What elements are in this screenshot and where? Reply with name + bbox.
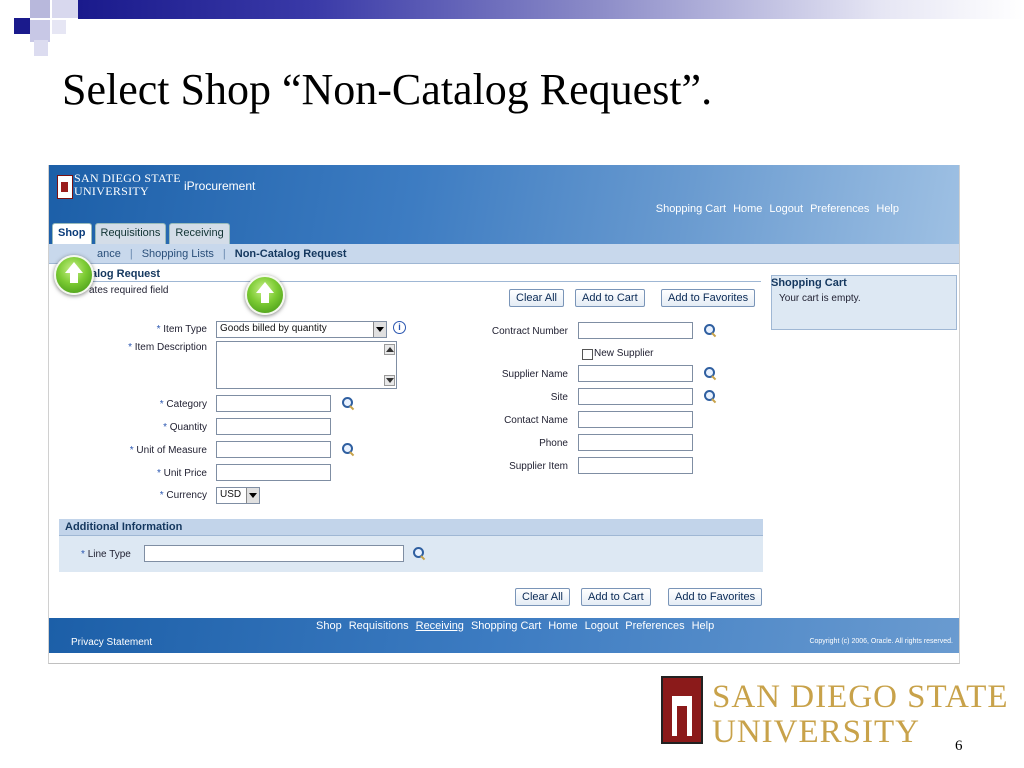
page-header: alog Request <box>91 268 161 280</box>
quantity-input[interactable] <box>216 418 331 435</box>
slide-number: 6 <box>955 738 963 754</box>
additional-information-title: Additional Information <box>65 521 183 533</box>
search-icon[interactable] <box>342 397 355 410</box>
up-arrow-icon <box>54 255 94 295</box>
search-icon[interactable] <box>704 390 717 403</box>
line-type-input[interactable] <box>144 545 404 562</box>
contract-number-input[interactable] <box>578 322 693 339</box>
supplier-item-input[interactable] <box>578 457 693 474</box>
contact-name-input[interactable] <box>578 411 693 428</box>
supplier-name-label: Supplier Name <box>501 369 568 380</box>
currency-select[interactable]: USD <box>216 487 260 504</box>
shopping-cart-title: Shopping Cart <box>771 277 847 289</box>
global-link-help[interactable]: Help <box>876 203 899 215</box>
chevron-down-icon[interactable] <box>373 322 386 337</box>
add-to-cart-button-bottom[interactable]: Add to Cart <box>581 588 651 606</box>
scroll-up-icon[interactable] <box>384 344 395 355</box>
tab-requisitions[interactable]: Requisitions <box>94 223 167 244</box>
up-arrow-icon <box>245 275 285 315</box>
add-to-cart-button[interactable]: Add to Cart <box>575 289 645 307</box>
footer-link-shopping-cart[interactable]: Shopping Cart <box>471 620 541 632</box>
required-field-note: ates required field <box>89 285 169 296</box>
global-links: Shopping Cart Home Logout Preferences He… <box>656 203 899 215</box>
item-description-label: * Item Description <box>128 342 207 353</box>
category-label: * Category <box>159 399 207 410</box>
info-icon[interactable]: i <box>393 321 406 334</box>
unit-of-measure-label: * Unit of Measure <box>129 445 207 456</box>
footer-link-home[interactable]: Home <box>548 620 577 632</box>
add-to-favorites-button[interactable]: Add to Favorites <box>661 289 756 307</box>
search-icon[interactable] <box>704 367 717 380</box>
unit-price-input[interactable] <box>216 464 331 481</box>
item-description-textarea[interactable] <box>216 341 397 389</box>
unit-price-label: * Unit Price <box>156 468 207 479</box>
slide-top-bar <box>78 0 1024 19</box>
main-tabs: Shop Requisitions Receiving <box>52 223 230 244</box>
unit-of-measure-input[interactable] <box>216 441 331 458</box>
clear-all-button-bottom[interactable]: Clear All <box>515 588 570 606</box>
sdsu-logo-icon <box>661 676 703 744</box>
page-header-divider <box>61 281 761 282</box>
tab-receiving[interactable]: Receiving <box>169 223 230 244</box>
footer-link-requisitions[interactable]: Requisitions <box>349 620 409 632</box>
sdsu-wordmark: SAN DIEGO STATE UNIVERSITY <box>712 679 1009 750</box>
item-type-label: * Item Type <box>156 324 207 335</box>
global-link-logout[interactable]: Logout <box>769 203 803 215</box>
footer-link-logout[interactable]: Logout <box>585 620 619 632</box>
footer-link-shop[interactable]: Shop <box>316 620 342 632</box>
search-icon[interactable] <box>342 443 355 456</box>
contact-name-label: Contact Name <box>504 415 568 426</box>
subnav-item-preferences[interactable]: ance <box>97 248 121 260</box>
tab-shop[interactable]: Shop <box>52 223 92 244</box>
new-supplier-label: New Supplier <box>594 348 654 359</box>
global-link-preferences[interactable]: Preferences <box>810 203 869 215</box>
search-icon[interactable] <box>413 547 426 560</box>
category-input[interactable] <box>216 395 331 412</box>
chevron-down-icon[interactable] <box>246 488 259 503</box>
item-type-select[interactable]: Goods billed by quantity <box>216 321 387 338</box>
subnav-item-shopping-lists[interactable]: Shopping Lists <box>142 248 214 260</box>
slide-title: Select Shop “Non-Catalog Request”. <box>62 65 713 114</box>
add-to-favorites-button-bottom[interactable]: Add to Favorites <box>668 588 763 606</box>
new-supplier-checkbox[interactable] <box>582 349 593 360</box>
quantity-label: * Quantity <box>163 422 207 433</box>
global-link-shopping-cart[interactable]: Shopping Cart <box>656 203 726 215</box>
iprocurement-screenshot: SAN DIEGO STATE UNIVERSITY iProcurement … <box>48 165 960 664</box>
shopping-cart-empty-text: Your cart is empty. <box>779 293 861 304</box>
phone-input[interactable] <box>578 434 693 451</box>
currency-label: * Currency <box>159 490 207 501</box>
footer-link-receiving[interactable]: Receiving <box>416 620 464 632</box>
supplier-name-input[interactable] <box>578 365 693 382</box>
university-name: SAN DIEGO STATE UNIVERSITY <box>74 171 181 198</box>
footer-link-help[interactable]: Help <box>692 620 715 632</box>
copyright-text: Copyright (c) 2006, Oracle. All rights r… <box>809 638 953 645</box>
scroll-down-icon[interactable] <box>384 375 395 386</box>
slide-corner-decoration <box>0 0 80 60</box>
subnav-item-non-catalog-request[interactable]: Non-Catalog Request <box>235 248 347 260</box>
clear-all-button[interactable]: Clear All <box>509 289 564 307</box>
university-logo-icon <box>57 175 73 199</box>
phone-label: Phone <box>539 438 568 449</box>
footer-links: Shop Requisitions Receiving Shopping Car… <box>316 620 714 632</box>
site-label: Site <box>550 392 568 403</box>
search-icon[interactable] <box>704 324 717 337</box>
shop-subnav: ance | Shopping Lists | Non-Catalog Requ… <box>49 244 959 264</box>
line-type-label: * Line Type <box>81 549 131 560</box>
contract-number-label: Contract Number <box>491 326 568 337</box>
supplier-item-label: Supplier Item <box>509 461 568 472</box>
site-input[interactable] <box>578 388 693 405</box>
global-link-home[interactable]: Home <box>733 203 762 215</box>
privacy-statement-link[interactable]: Privacy Statement <box>71 637 152 648</box>
footer-link-preferences[interactable]: Preferences <box>625 620 684 632</box>
app-name: iProcurement <box>184 179 256 193</box>
